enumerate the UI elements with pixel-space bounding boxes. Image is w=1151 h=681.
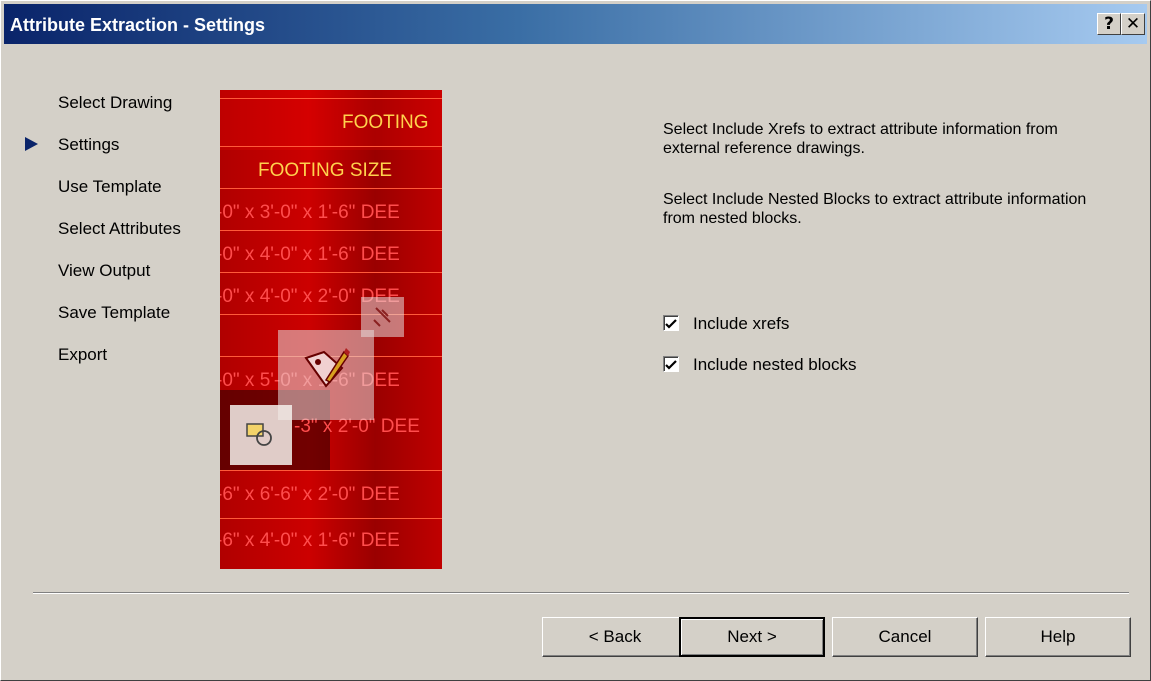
- window-title: Attribute Extraction - Settings: [10, 15, 266, 35]
- artwork-line: [220, 470, 442, 471]
- attribute-tag-icon: [304, 348, 350, 388]
- close-icon: ✕: [1125, 14, 1141, 34]
- artwork-line: [220, 518, 442, 519]
- artwork-text: -0" x 4'-0" x 1'-6" DEE: [220, 244, 400, 265]
- artwork-text: -6" x 6'-6" x 2'-0" DEE: [220, 484, 400, 505]
- help-title-button[interactable]: ?: [1097, 13, 1121, 35]
- step-save-template: Save Template: [58, 303, 171, 322]
- artwork-line: [220, 188, 442, 189]
- step-export: Export: [58, 345, 108, 364]
- next-button[interactable]: Next >: [679, 617, 825, 657]
- checkmark-icon: [665, 360, 677, 370]
- include-nested-blocks-label[interactable]: Include nested blocks: [693, 355, 857, 375]
- block-select-icon: [246, 423, 272, 446]
- step-select-drawing: Select Drawing: [58, 93, 173, 112]
- wizard-artwork: FOOTING FOOTING SIZE -0" x 3'-0" x 1'-6"…: [220, 90, 442, 569]
- close-button[interactable]: ✕: [1121, 13, 1145, 35]
- title-bar[interactable]: Attribute Extraction - Settings ? ✕: [4, 4, 1147, 44]
- help-button[interactable]: Help: [985, 617, 1131, 657]
- back-button[interactable]: < Back: [542, 617, 688, 657]
- artwork-line: [220, 314, 442, 315]
- include-xrefs-checkbox[interactable]: [663, 315, 679, 331]
- description-xrefs: Select Include Xrefs to extract attribut…: [663, 121, 1058, 157]
- divider-highlight: [33, 593, 1129, 594]
- attribute-extraction-dialog: Attribute Extraction - Settings ? ✕ Sele…: [0, 0, 1151, 681]
- artwork-text: -0" x 3'-0" x 1'-6" DEE: [220, 202, 400, 223]
- step-select-attributes: Select Attributes: [58, 219, 181, 238]
- checkmark-icon: [665, 319, 677, 329]
- artwork-line: [220, 146, 442, 147]
- artwork-line: [220, 272, 442, 273]
- include-nested-blocks-checkbox[interactable]: [663, 356, 679, 372]
- current-step-arrow-icon: [25, 137, 38, 151]
- artwork-line: [220, 230, 442, 231]
- include-xrefs-label[interactable]: Include xrefs: [693, 314, 789, 334]
- artwork-text: -6" x 4'-0" x 1'-6" DEE: [220, 530, 400, 551]
- step-view-output: View Output: [58, 261, 151, 280]
- pick-cursor-icon: [373, 307, 391, 327]
- description-nested: Select Include Nested Blocks to extract …: [663, 191, 1087, 227]
- step-settings: Settings: [58, 135, 120, 154]
- artwork-text: FOOTING: [342, 112, 429, 133]
- artwork-line: [220, 98, 442, 99]
- cancel-button[interactable]: Cancel: [832, 617, 978, 657]
- artwork-text: FOOTING SIZE: [258, 160, 393, 181]
- step-use-template: Use Template: [58, 177, 162, 196]
